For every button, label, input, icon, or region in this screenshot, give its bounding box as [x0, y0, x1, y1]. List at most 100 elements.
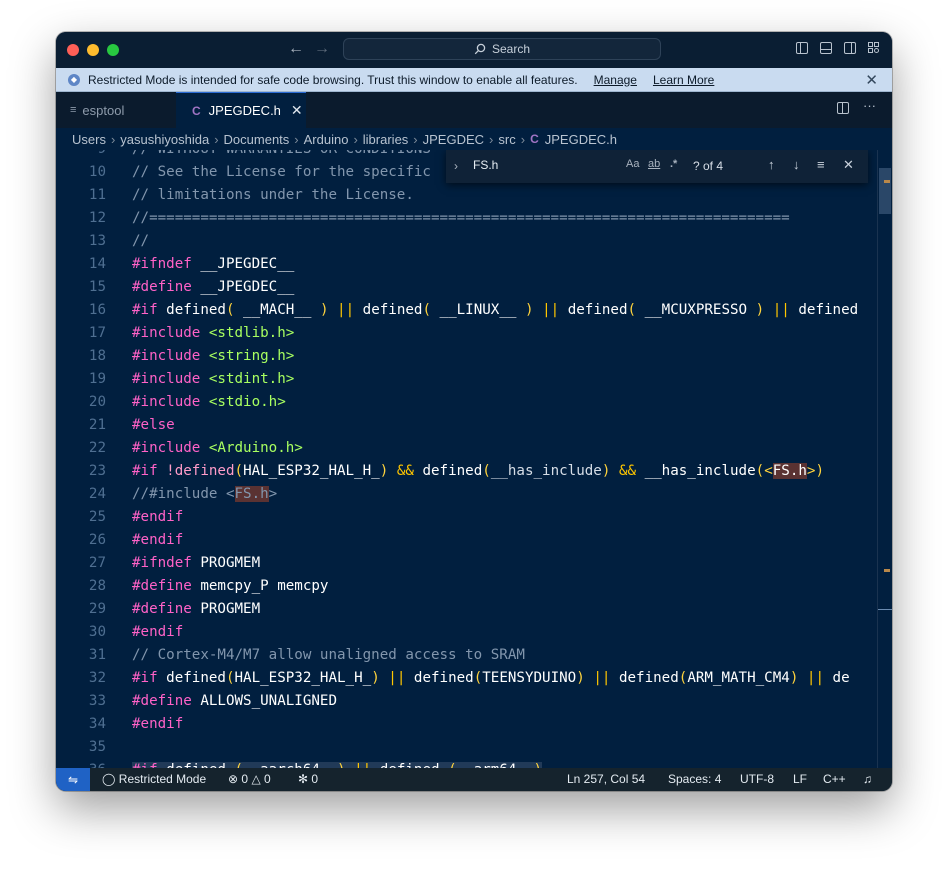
code-line[interactable]: 19 #include <stdint.h>: [56, 368, 892, 391]
code-line[interactable]: 22 #include <Arduino.h>: [56, 437, 892, 460]
code-text: // limitations under the License.: [132, 187, 414, 203]
code-line[interactable]: 11 // limitations under the License.: [56, 184, 892, 207]
code-text: #include <stdio.h>: [132, 394, 286, 410]
next-match-icon[interactable]: ↓: [793, 157, 800, 172]
breadcrumb-item[interactable]: JPEGDEC.h: [545, 132, 617, 147]
customize-layout-icon[interactable]: [868, 42, 880, 54]
layout-controls: [796, 42, 880, 54]
toggle-panel-icon[interactable]: [820, 42, 832, 54]
code-line[interactable]: 36 #if defined (__aarch64__) || defined (…: [56, 759, 892, 768]
title-bar: ← → Search: [56, 32, 892, 68]
tab-jpegdec-h[interactable]: C JPEGDEC.h ✕: [176, 92, 306, 128]
vertical-scrollbar[interactable]: [877, 150, 892, 768]
close-tab-icon[interactable]: ✕: [291, 102, 303, 119]
manage-link[interactable]: Manage: [594, 73, 637, 87]
code-text: #define memcpy_P memcpy: [132, 578, 329, 594]
code-line[interactable]: 14 #ifndef __JPEGDEC__: [56, 253, 892, 276]
cursor-position-status[interactable]: Ln 257, Col 54: [567, 772, 645, 786]
line-number: 24: [88, 486, 106, 502]
encoding-status[interactable]: UTF-8: [740, 772, 774, 786]
problems-status[interactable]: ⊗ 0 △ 0: [228, 772, 271, 786]
warning-icon: △: [251, 772, 261, 786]
code-line[interactable]: 25 #endif: [56, 506, 892, 529]
line-number: 25: [88, 509, 106, 525]
code-line[interactable]: 33 #define ALLOWS_UNALIGNED: [56, 690, 892, 713]
code-line[interactable]: 18 #include <string.h>: [56, 345, 892, 368]
code-text: //: [132, 233, 150, 249]
code-line[interactable]: 15 #define __JPEGDEC__: [56, 276, 892, 299]
close-banner-icon[interactable]: ✕: [865, 71, 878, 89]
code-line[interactable]: 16 #if defined( __MACH__ ) || defined( __…: [56, 299, 892, 322]
code-line[interactable]: 21 #else: [56, 414, 892, 437]
code-text: #ifndef __JPEGDEC__: [132, 256, 295, 272]
code-line[interactable]: 29 #define PROGMEM: [56, 598, 892, 621]
line-number: 26: [88, 532, 106, 548]
code-text: // WITHOUT WARRANTIES OR CONDITIONS: [132, 150, 431, 161]
code-line[interactable]: 34 #endif: [56, 713, 892, 736]
restricted-mode-status[interactable]: ◯ Restricted Mode: [102, 772, 206, 786]
code-line[interactable]: 12 //====================================…: [56, 207, 892, 230]
code-line[interactable]: 32 #if defined(HAL_ESP32_HAL_H_) || defin…: [56, 667, 892, 690]
more-actions-icon[interactable]: ···: [863, 98, 876, 114]
match-whole-word-toggle[interactable]: ab: [648, 158, 660, 170]
previous-match-icon[interactable]: ↑: [768, 157, 775, 172]
code-editor[interactable]: 9 // WITHOUT WARRANTIES OR CONDITIONS 10 //…: [56, 150, 892, 768]
tab-label: esptool: [82, 102, 125, 118]
breadcrumb-item[interactable]: yasushiyoshida: [120, 132, 209, 147]
line-number: 14: [88, 256, 106, 272]
toggle-secondary-sidebar-icon[interactable]: [844, 42, 856, 54]
language-mode-status[interactable]: C++: [823, 772, 846, 786]
eol-status[interactable]: LF: [793, 772, 807, 786]
chevron-right-icon[interactable]: ›: [454, 159, 458, 173]
indentation-status[interactable]: Spaces: 4: [668, 772, 721, 786]
search-icon: [474, 43, 486, 55]
chevron-right-icon: ›: [214, 131, 219, 147]
close-window-button[interactable]: [67, 44, 79, 56]
code-line[interactable]: 20 #include <stdio.h>: [56, 391, 892, 414]
code-line[interactable]: 30 #endif: [56, 621, 892, 644]
code-line[interactable]: 17 #include <stdlib.h>: [56, 322, 892, 345]
ports-status[interactable]: ✻ 0: [298, 772, 318, 786]
command-center-search[interactable]: Search: [343, 38, 661, 60]
status-bar: ⇋ ◯ Restricted Mode ⊗ 0 △ 0 ✻ 0 Ln 257, …: [56, 768, 892, 791]
back-arrow-icon[interactable]: ←: [288, 40, 304, 58]
breadcrumb-item[interactable]: src: [498, 132, 515, 147]
learn-more-link[interactable]: Learn More: [653, 73, 714, 87]
find-input[interactable]: FS.h: [473, 158, 498, 172]
code-line[interactable]: 27 #ifndef PROGMEM: [56, 552, 892, 575]
close-find-icon[interactable]: ✕: [843, 157, 854, 173]
code-line[interactable]: 24 //#include <FS.h>: [56, 483, 892, 506]
regex-toggle[interactable]: .*: [670, 158, 677, 170]
zoom-window-button[interactable]: [107, 44, 119, 56]
tab-esptool[interactable]: ≡ esptool: [56, 92, 176, 128]
c-file-icon: C: [530, 132, 539, 146]
code-text: #if defined (__aarch64__) || defined (__…: [132, 759, 543, 768]
notifications-bell-icon[interactable]: ♫: [863, 772, 872, 786]
minimize-window-button[interactable]: [87, 44, 99, 56]
code-text: #include <string.h>: [132, 348, 295, 364]
code-line[interactable]: 31 // Cortex-M4/M7 allow unaligned access…: [56, 644, 892, 667]
remote-indicator-icon[interactable]: ⇋: [56, 768, 90, 791]
breadcrumb-item[interactable]: libraries: [363, 132, 409, 147]
line-number: 36: [56, 759, 106, 768]
forward-arrow-icon[interactable]: →: [314, 40, 330, 58]
code-line[interactable]: 28 #define memcpy_P memcpy: [56, 575, 892, 598]
find-in-selection-icon[interactable]: ≡: [817, 157, 825, 172]
code-line[interactable]: 35: [56, 736, 892, 759]
breadcrumb-item[interactable]: Documents: [224, 132, 290, 147]
scrollbar-thumb[interactable]: [879, 168, 891, 214]
code-text: #endif: [132, 509, 184, 525]
toggle-primary-sidebar-icon[interactable]: [796, 42, 808, 54]
restricted-mode-label: Restricted Mode: [118, 772, 207, 786]
error-icon: ⊗: [228, 772, 239, 786]
code-line[interactable]: 23 #if !defined(HAL_ESP32_HAL_H_) && defi…: [56, 460, 892, 483]
breadcrumb-item[interactable]: JPEGDEC: [423, 132, 484, 147]
vscode-window: ← → Search ◆ Restricted Mode is intended…: [56, 32, 892, 791]
code-line[interactable]: 13 //: [56, 230, 892, 253]
breadcrumb-item[interactable]: Arduino: [304, 132, 349, 147]
breadcrumb-item[interactable]: Users: [72, 132, 106, 147]
ports-count: 0: [311, 772, 319, 786]
split-editor-icon[interactable]: [837, 102, 849, 114]
code-line[interactable]: 26 #endif: [56, 529, 892, 552]
match-case-toggle[interactable]: Aa: [626, 158, 639, 170]
